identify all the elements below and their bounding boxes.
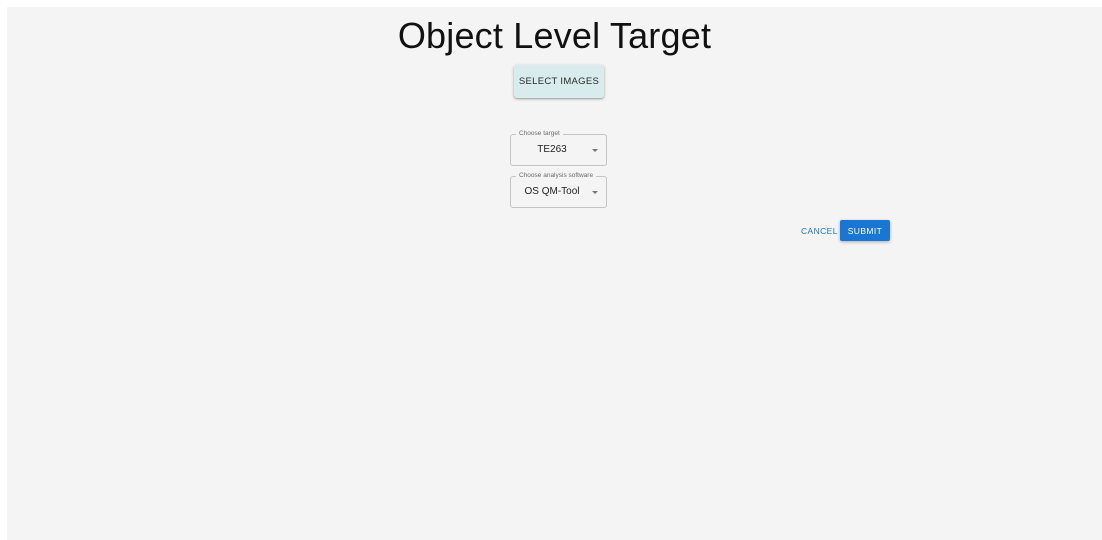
- select-images-button[interactable]: SELECT IMAGES: [514, 65, 604, 98]
- analysis-software-select-value: OS QM-Tool: [524, 186, 580, 197]
- analysis-software-select[interactable]: Choose analysis software OS QM-Tool: [510, 171, 607, 208]
- page-title: Object Level Target: [397, 15, 712, 56]
- cancel-button[interactable]: CANCEL: [797, 222, 842, 240]
- submit-button[interactable]: SUBMIT: [840, 220, 890, 241]
- target-select[interactable]: Choose target TE263: [510, 129, 607, 166]
- target-select-label: Choose target: [516, 129, 563, 139]
- chevron-down-icon: [592, 149, 598, 152]
- target-select-value: TE263: [537, 144, 567, 155]
- main-panel: Object Level Target SELECT IMAGES Choose…: [7, 7, 1102, 540]
- chevron-down-icon: [592, 191, 598, 194]
- analysis-software-select-label: Choose analysis software: [516, 171, 597, 181]
